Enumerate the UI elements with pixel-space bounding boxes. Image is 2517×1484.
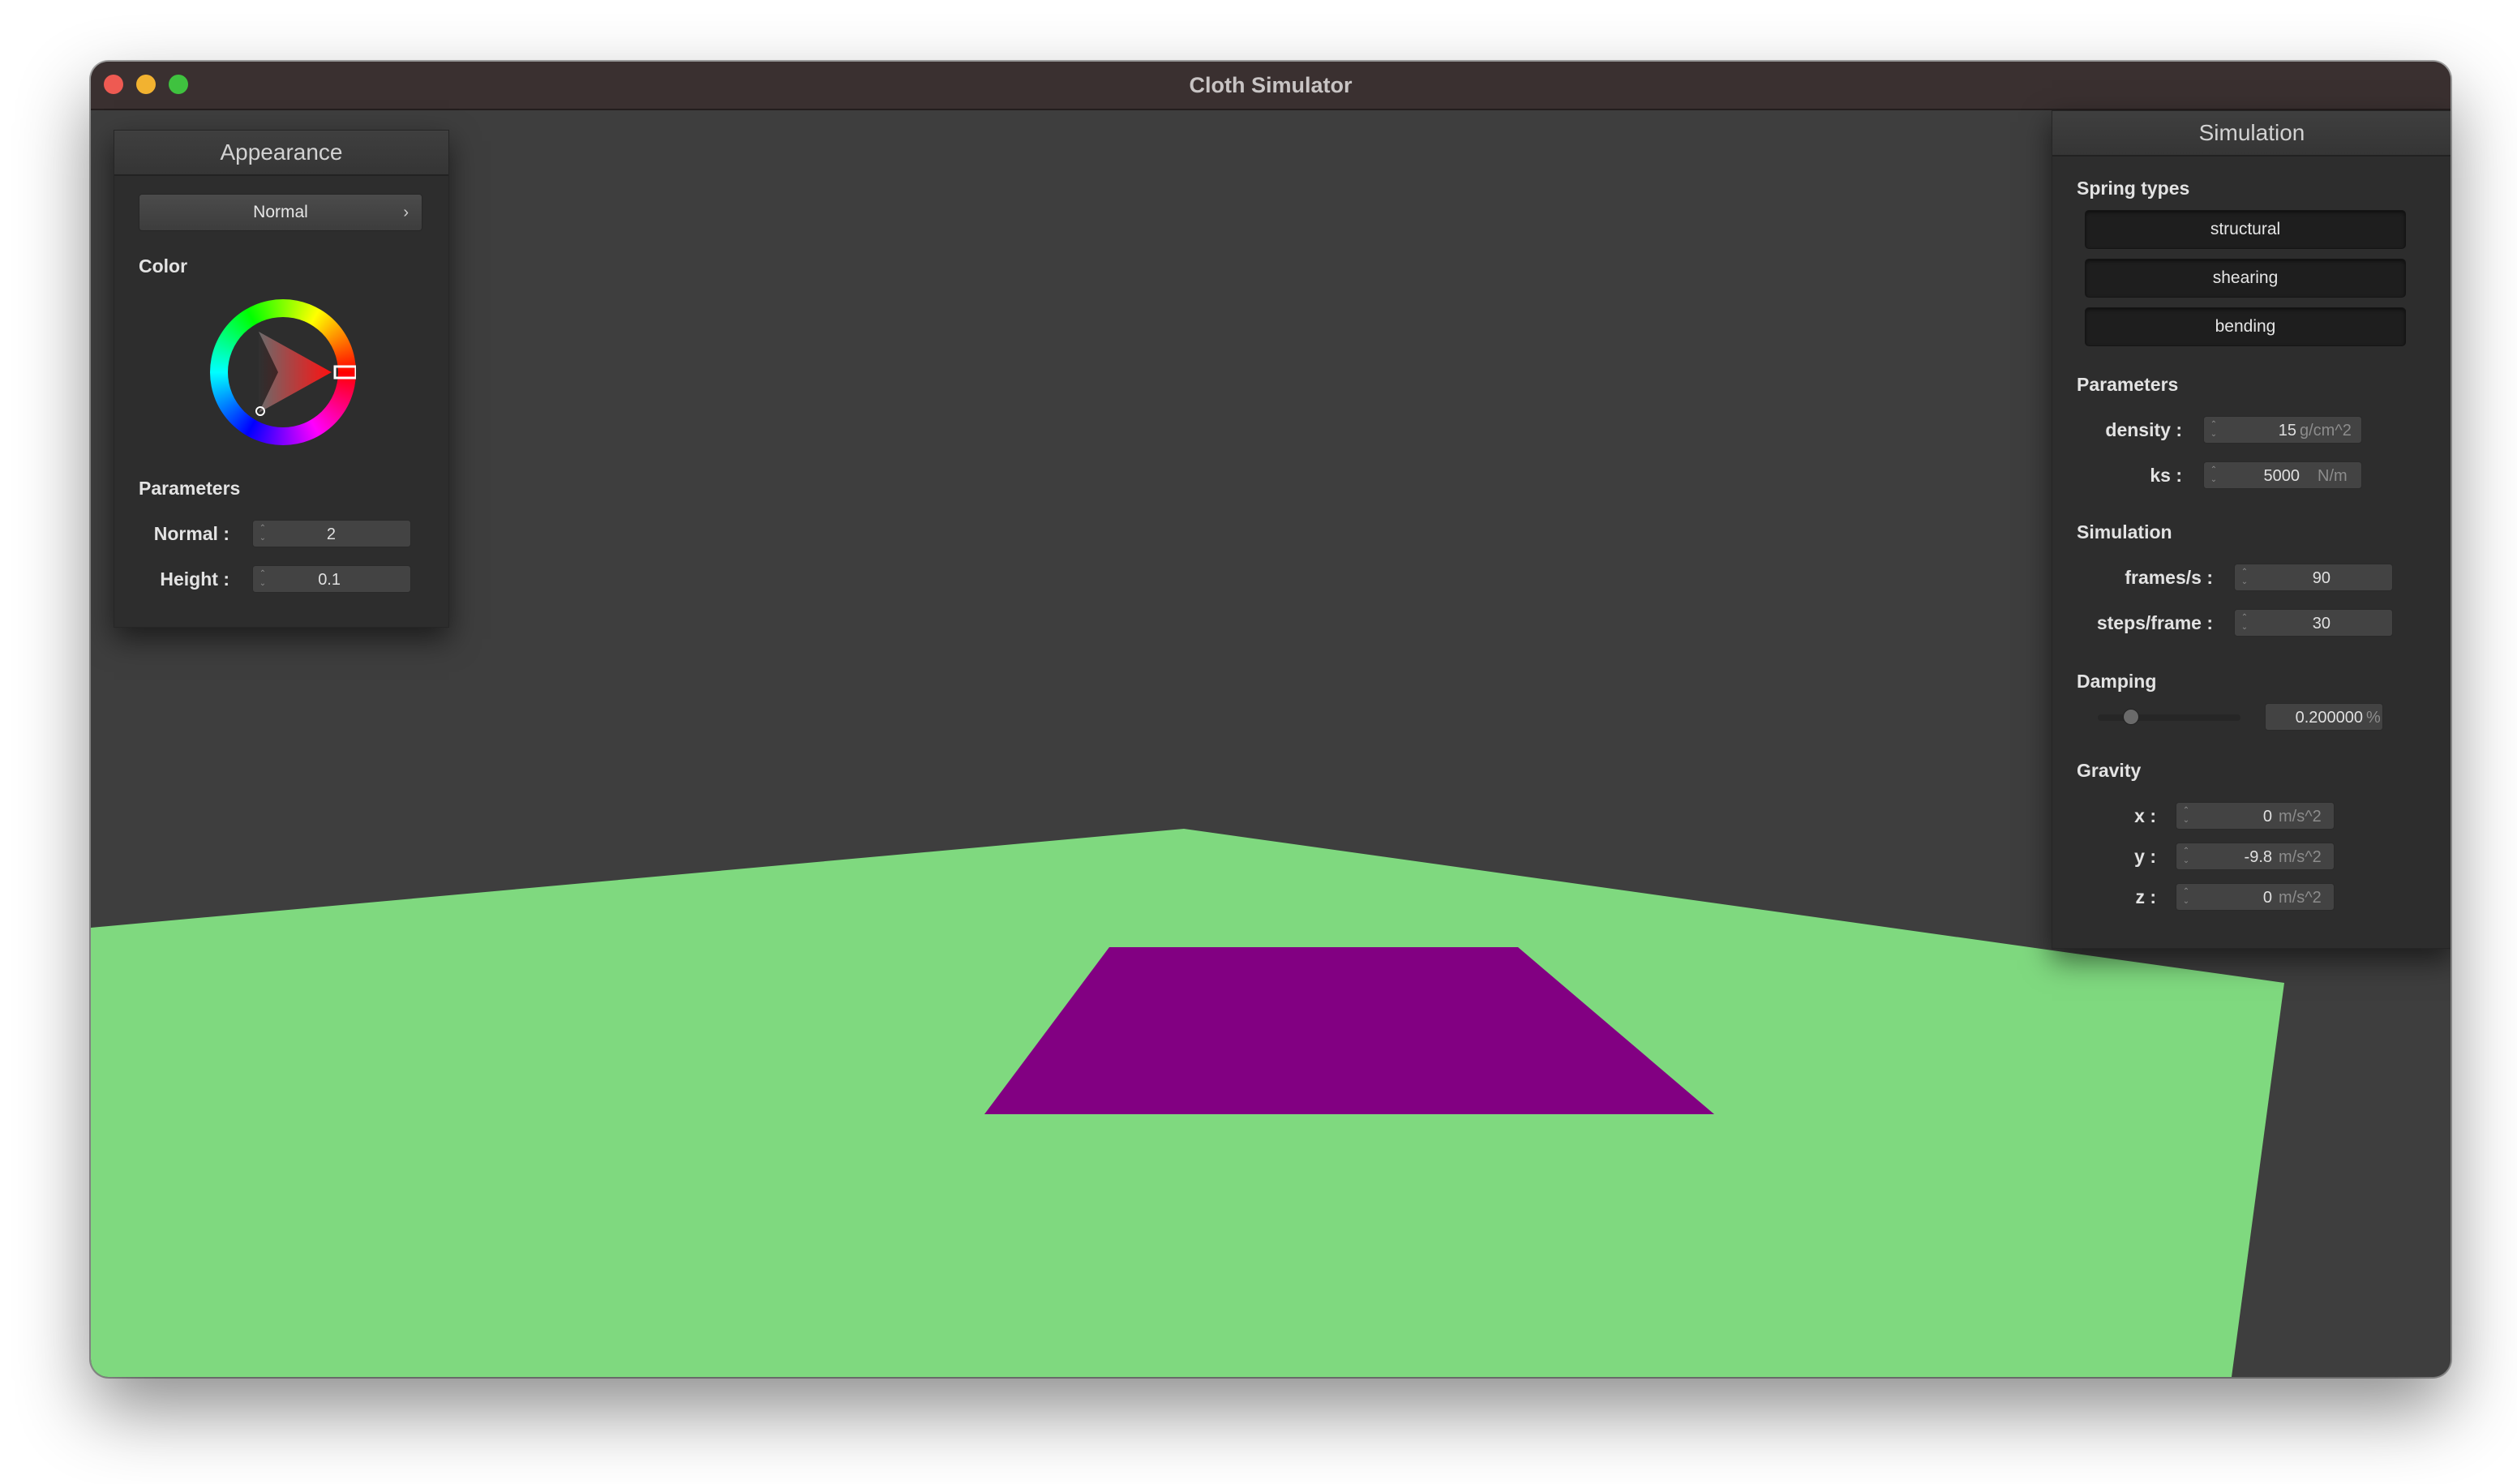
chevron-right-icon: › xyxy=(403,204,409,221)
simulation-section-label: Simulation xyxy=(2077,521,2172,543)
damping-slider[interactable] xyxy=(2098,709,2240,725)
damping-slider-handle[interactable] xyxy=(2123,709,2139,725)
gravity-x-unit: m/s^2 xyxy=(2279,808,2322,826)
appearance-panel: Appearance Normal › Color Parameters Nor… xyxy=(114,130,449,628)
ks-input[interactable]: ⌃ ⌄ 5000 N/m xyxy=(2203,461,2362,489)
gravity-z-unit: m/s^2 xyxy=(2279,889,2322,907)
shader-dropdown-label: Normal xyxy=(253,203,308,221)
frames-per-s-label: frames/s : xyxy=(2125,567,2213,588)
gravity-x-value: 0 xyxy=(2262,808,2272,826)
simulation-panel-header[interactable]: Simulation xyxy=(2052,111,2451,157)
gravity-y-label: y : xyxy=(2134,846,2156,867)
shearing-toggle[interactable]: shearing xyxy=(2085,259,2406,298)
gravity-y-unit: m/s^2 xyxy=(2279,848,2322,866)
ks-label: ks : xyxy=(2150,465,2182,486)
stepper-icon[interactable]: ⌃ ⌄ xyxy=(2209,465,2219,485)
density-label: density : xyxy=(2105,419,2182,440)
damping-slider-track xyxy=(2098,714,2240,721)
stepper-icon[interactable]: ⌃ ⌄ xyxy=(258,569,268,589)
hue-marker xyxy=(333,365,356,380)
gravity-y-input[interactable]: ⌃ ⌄ -9.8 m/s^2 xyxy=(2176,843,2335,870)
simulation-panel: Simulation Spring types structural shear… xyxy=(2052,110,2451,949)
stepper-icon[interactable]: ⌃ ⌄ xyxy=(258,524,268,543)
ks-value: 5000 xyxy=(2263,467,2300,485)
simulation-parameters-label: Parameters xyxy=(2077,374,2179,395)
structural-toggle[interactable]: structural xyxy=(2085,210,2406,249)
stepper-icon[interactable]: ⌃ ⌄ xyxy=(2240,613,2249,633)
bending-toggle[interactable]: bending xyxy=(2085,307,2406,346)
ks-unit: N/m xyxy=(2318,467,2348,485)
title-bar: Cloth Simulator xyxy=(91,62,2451,110)
gravity-y-value: -9.8 xyxy=(2244,848,2272,866)
frames-per-s-value: 90 xyxy=(2312,569,2330,587)
gravity-z-input[interactable]: ⌃ ⌄ 0 m/s^2 xyxy=(2176,883,2335,911)
height-input[interactable]: ⌃ ⌄ 0.1 xyxy=(252,565,411,593)
stepper-icon[interactable]: ⌃ ⌄ xyxy=(2209,420,2219,440)
appearance-panel-header[interactable]: Appearance xyxy=(114,131,448,176)
normal-label: Normal : xyxy=(153,523,229,544)
damping-value: 0.200000 xyxy=(2295,709,2363,727)
gravity-z-label: z : xyxy=(2135,886,2156,907)
appearance-parameters-label: Parameters xyxy=(139,478,241,499)
gravity-x-label: x : xyxy=(2134,805,2156,826)
damping-label: Damping xyxy=(2077,671,2157,692)
app-window: Cloth Simulator Appearance Normal › Colo… xyxy=(91,62,2451,1377)
density-unit: g/cm^2 xyxy=(2300,422,2352,440)
color-wheel[interactable] xyxy=(210,299,356,445)
spring-types-label: Spring types xyxy=(2077,178,2190,199)
damping-input[interactable]: 0.200000 % xyxy=(2265,703,2383,731)
frames-per-s-input[interactable]: ⌃ ⌄ 90 xyxy=(2234,564,2393,591)
stepper-icon[interactable]: ⌃ ⌄ xyxy=(2240,568,2249,587)
gravity-x-input[interactable]: ⌃ ⌄ 0 m/s^2 xyxy=(2176,802,2335,830)
gravity-label: Gravity xyxy=(2077,760,2142,781)
density-input[interactable]: ⌃ ⌄ 15 g/cm^2 xyxy=(2203,416,2362,444)
stepper-icon[interactable]: ⌃ ⌄ xyxy=(2181,847,2191,866)
stepper-icon[interactable]: ⌃ ⌄ xyxy=(2181,806,2191,826)
density-value: 15 xyxy=(2278,422,2296,440)
gravity-z-value: 0 xyxy=(2262,889,2272,907)
normal-value: 2 xyxy=(326,525,336,543)
height-label: Height : xyxy=(160,568,229,590)
normal-input[interactable]: ⌃ ⌄ 2 xyxy=(252,520,411,547)
steps-per-frame-value: 30 xyxy=(2312,615,2330,633)
shader-dropdown[interactable]: Normal › xyxy=(139,194,422,231)
damping-unit: % xyxy=(2366,709,2381,727)
stepper-icon[interactable]: ⌃ ⌄ xyxy=(2181,887,2191,907)
color-section-label: Color xyxy=(139,255,188,277)
window-title: Cloth Simulator xyxy=(1189,73,1353,97)
steps-per-frame-label: steps/frame : xyxy=(2096,612,2213,633)
height-value: 0.1 xyxy=(318,571,341,589)
steps-per-frame-input[interactable]: ⌃ ⌄ 30 xyxy=(2234,609,2393,637)
